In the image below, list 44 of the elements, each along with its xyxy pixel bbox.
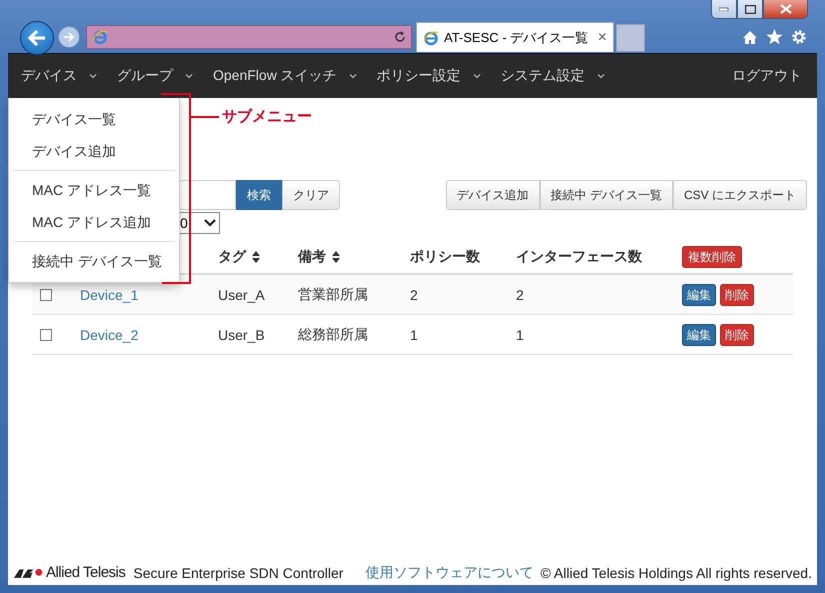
product-name: Secure Enterprise SDN Controller <box>133 564 344 580</box>
submenu-item[interactable]: MAC アドレス追加 <box>9 206 179 238</box>
table-cell: 営業部所属 <box>298 286 368 304</box>
annotation-label: サブメニュー <box>222 107 312 126</box>
edit-button[interactable]: 編集 <box>682 324 716 346</box>
nav-menu-item[interactable]: システム設定 <box>490 54 615 98</box>
device-name-link[interactable]: Device_1 <box>80 286 138 302</box>
column-header: インターフェース数 <box>516 248 642 266</box>
nav-menu-item[interactable]: グループ <box>107 54 203 98</box>
toolbar-button[interactable]: CSV にエクスポート <box>672 180 807 210</box>
column-header: ポリシー数 <box>410 248 480 266</box>
clear-button[interactable]: クリア <box>282 180 340 210</box>
page-size-select[interactable]: 0 <box>179 212 220 234</box>
copyright-text: © Allied Telesis Holdings All rights reserved. <box>540 564 812 580</box>
bulk-delete-button[interactable]: 複数削除 <box>682 246 742 268</box>
table-cell: 2 <box>516 286 524 302</box>
logout-link[interactable]: ログアウト <box>717 67 817 85</box>
delete-button[interactable]: 削除 <box>720 324 754 346</box>
nav-menu-item[interactable]: ポリシー設定 <box>366 54 491 98</box>
submenu-item[interactable]: 接続中 デバイス一覧 <box>9 245 179 277</box>
submenu-item[interactable]: MAC アドレス一覧 <box>9 174 179 206</box>
toolbar-button[interactable]: 接続中 デバイス一覧 <box>540 180 673 210</box>
delete-button[interactable]: 削除 <box>720 284 754 306</box>
column-header: 備考 <box>298 248 326 266</box>
nav-menu-item[interactable]: OpenFlow スイッチ <box>203 54 367 98</box>
tab-title: AT-SESC - デバイス一覧 <box>444 28 590 46</box>
submenu-item[interactable]: デバイス一覧 <box>9 103 179 135</box>
table-cell: User_A <box>218 286 265 302</box>
software-info-link[interactable]: 使用ソフトウェアについて <box>365 564 534 582</box>
tab-close-button[interactable]: × <box>598 28 607 46</box>
nav-menu-item[interactable]: デバイス <box>11 54 107 98</box>
toolbar-button[interactable]: デバイス追加 <box>446 180 540 210</box>
search-button[interactable]: 検索 <box>236 180 282 210</box>
edit-button[interactable]: 編集 <box>682 284 716 306</box>
brand-name: Allied Telesis <box>46 564 126 581</box>
table-cell: User_B <box>218 326 265 342</box>
table-cell: 2 <box>410 286 418 302</box>
table-cell: 総務部所属 <box>298 326 368 344</box>
device-name-link[interactable]: Device_2 <box>80 326 138 342</box>
submenu-item[interactable]: デバイス追加 <box>9 135 179 167</box>
table-cell: 1 <box>410 326 418 342</box>
browser-tab[interactable]: AT-SESC - デバイス一覧 × <box>416 22 614 52</box>
table-cell: 1 <box>516 326 524 342</box>
column-header: タグ <box>218 248 246 266</box>
